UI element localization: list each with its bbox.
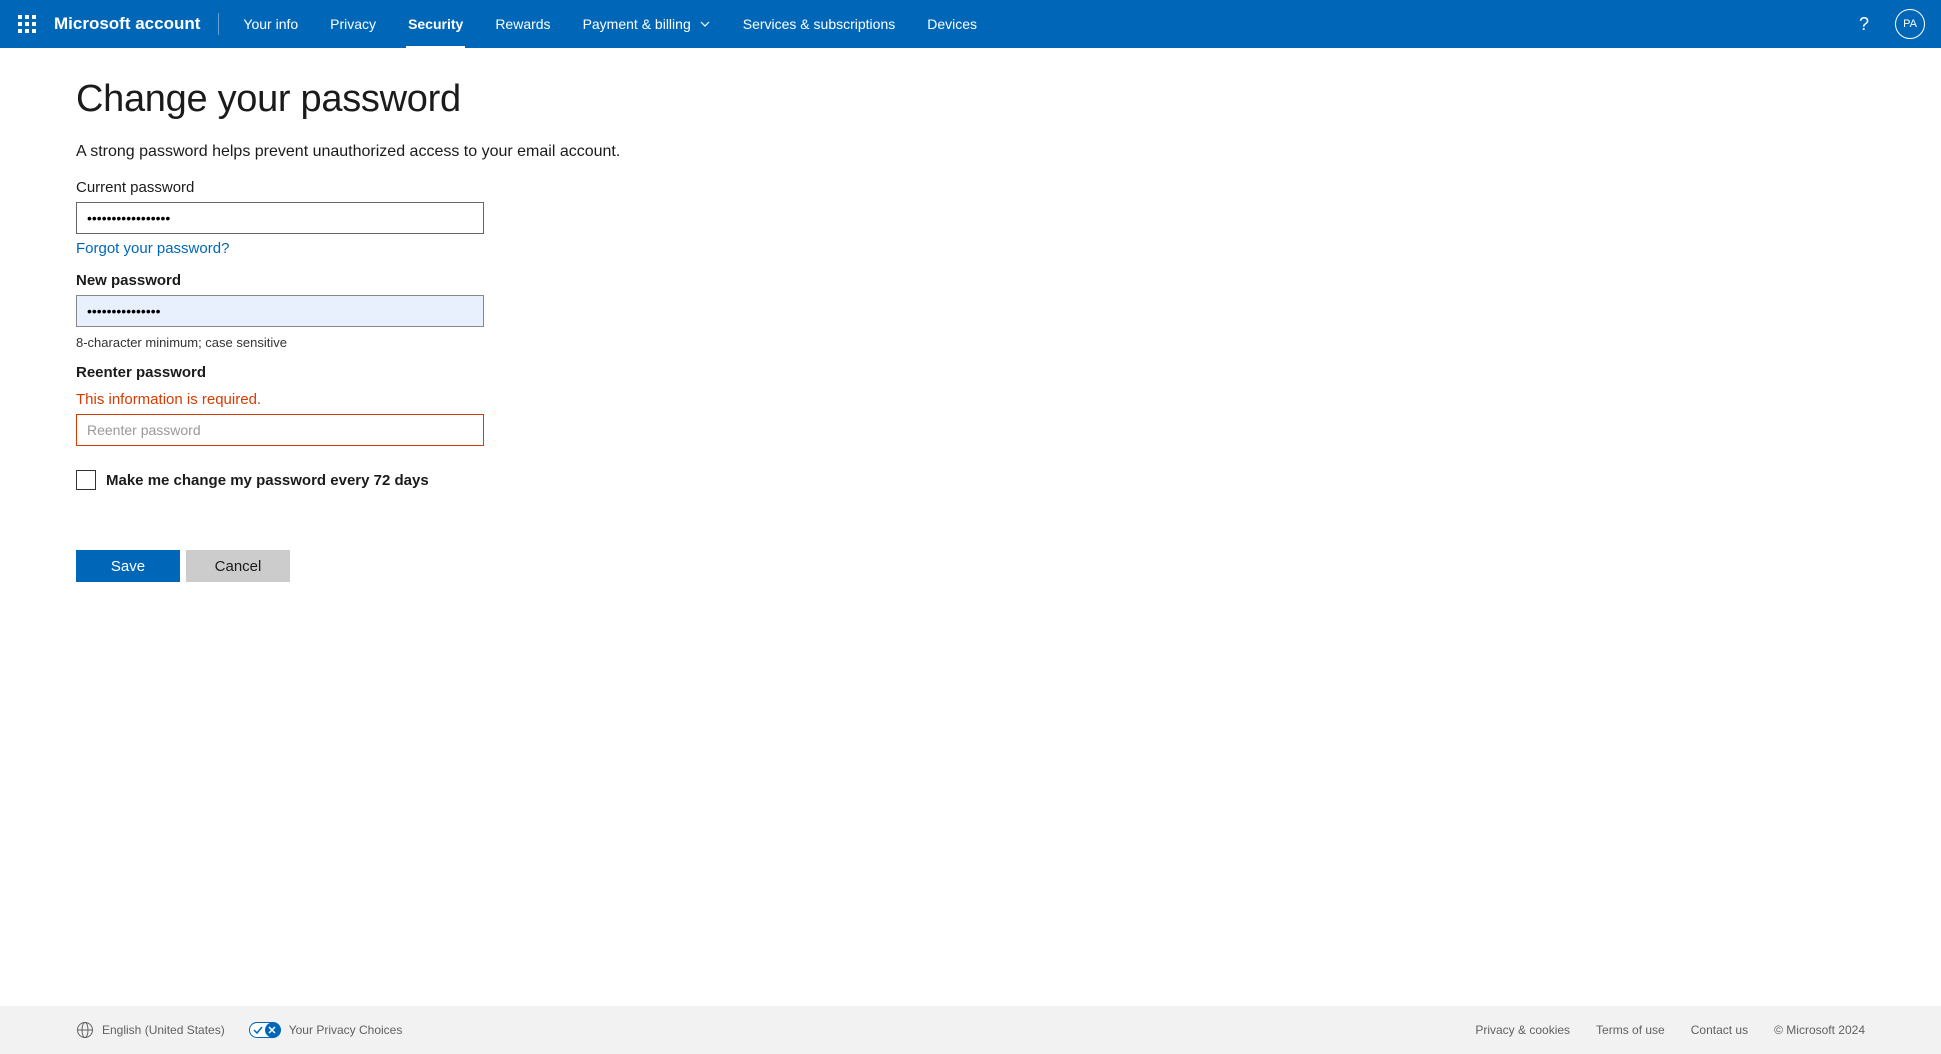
language-text: English (United States) <box>102 1023 225 1037</box>
page-title: Change your password <box>76 78 1400 121</box>
nav-label: Services & subscriptions <box>743 16 896 32</box>
footer-copyright: © Microsoft 2024 <box>1774 1023 1865 1037</box>
nav-label: Rewards <box>495 16 550 32</box>
reenter-password-label: Reenter password <box>76 364 1400 381</box>
button-row: Save Cancel <box>76 550 1400 582</box>
footer-privacy-cookies[interactable]: Privacy & cookies <box>1475 1023 1570 1037</box>
nav-devices[interactable]: Devices <box>911 0 993 48</box>
help-icon[interactable]: ? <box>1853 8 1875 41</box>
new-password-input[interactable] <box>76 295 484 327</box>
current-password-group: Current password Forgot your password? <box>76 179 1400 258</box>
globe-icon <box>76 1021 94 1039</box>
cancel-button[interactable]: Cancel <box>186 550 290 582</box>
main-content: Change your password A strong password h… <box>0 48 1400 642</box>
nav-your-info[interactable]: Your info <box>227 0 314 48</box>
nav-rewards[interactable]: Rewards <box>479 0 566 48</box>
top-header: Microsoft account Your info Privacy Secu… <box>0 0 1941 48</box>
footer: English (United States) Your Privacy Cho… <box>0 1006 1941 1054</box>
nav-security[interactable]: Security <box>392 0 479 48</box>
nav-label: Your info <box>243 16 298 32</box>
nav-label: Privacy <box>330 16 376 32</box>
reenter-password-error: This information is required. <box>76 391 1400 408</box>
privacy-toggle-icon <box>249 1022 281 1038</box>
reenter-password-input[interactable] <box>76 414 484 446</box>
nav-label: Payment & billing <box>583 16 691 32</box>
nav-label: Security <box>408 16 463 32</box>
nav-services-subscriptions[interactable]: Services & subscriptions <box>727 0 912 48</box>
change-72-days-label[interactable]: Make me change my password every 72 days <box>106 472 429 489</box>
nav-payment-billing[interactable]: Payment & billing <box>567 0 727 48</box>
nav-label: Devices <box>927 16 977 32</box>
language-selector[interactable]: English (United States) <box>76 1021 225 1039</box>
app-launcher-icon[interactable] <box>12 9 42 39</box>
privacy-choices-text: Your Privacy Choices <box>289 1023 403 1037</box>
nav-privacy[interactable]: Privacy <box>314 0 392 48</box>
new-password-hint: 8-character minimum; case sensitive <box>76 335 1400 350</box>
footer-contact-us[interactable]: Contact us <box>1691 1023 1748 1037</box>
reenter-password-group: Reenter password This information is req… <box>76 364 1400 446</box>
new-password-label: New password <box>76 272 1400 289</box>
change-72-days-row: Make me change my password every 72 days <box>76 470 1400 490</box>
footer-terms-of-use[interactable]: Terms of use <box>1596 1023 1665 1037</box>
forgot-password-link[interactable]: Forgot your password? <box>76 240 229 257</box>
change-72-days-checkbox[interactable] <box>76 470 96 490</box>
page-subtitle: A strong password helps prevent unauthor… <box>76 143 1400 161</box>
chevron-down-icon <box>699 18 711 30</box>
primary-nav: Your info Privacy Security Rewards Payme… <box>227 0 993 48</box>
privacy-choices-link[interactable]: Your Privacy Choices <box>249 1022 403 1038</box>
save-button[interactable]: Save <box>76 550 180 582</box>
current-password-input[interactable] <box>76 202 484 234</box>
new-password-group: New password 8-character minimum; case s… <box>76 272 1400 350</box>
current-password-label: Current password <box>76 179 1400 196</box>
brand-link[interactable]: Microsoft account <box>54 13 219 35</box>
avatar[interactable]: PA <box>1895 9 1925 39</box>
